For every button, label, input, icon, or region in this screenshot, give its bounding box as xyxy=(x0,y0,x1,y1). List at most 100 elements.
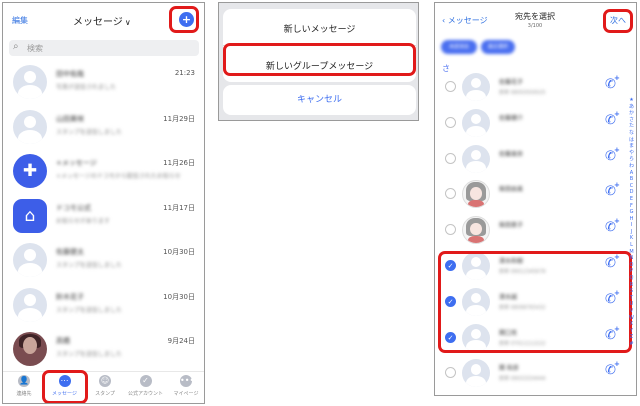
conversation-time: 11月26日 xyxy=(163,159,195,167)
index-letter[interactable]: や xyxy=(627,150,636,157)
filter-chip[interactable]: 未読消去 xyxy=(441,40,477,54)
plus-icon: + xyxy=(614,145,620,154)
conversation-preview: スタンプを送信しました xyxy=(56,306,122,314)
contact-detail: 携帯 09033334444 xyxy=(499,376,546,383)
contact-row[interactable]: ✓ 清水誠 携帯 08098765432 ✆ + xyxy=(435,284,621,320)
index-letter[interactable]: I xyxy=(627,222,636,229)
contact-row[interactable]: 柴田由美 ✆ + xyxy=(435,176,621,212)
contact-row[interactable]: ✓ 清水和樹 携帯 09012345678 ✆ + xyxy=(435,248,621,284)
contact-row[interactable]: 柴田恵子 ✆ + xyxy=(435,212,621,248)
index-letter[interactable]: ら xyxy=(627,156,636,163)
contact-row[interactable]: 佐藤健介 ✆ + xyxy=(435,105,621,141)
contact-row[interactable]: 佐藤美奈 ✆ + xyxy=(435,141,621,177)
index-letter[interactable]: O xyxy=(627,262,636,269)
search-input[interactable]: ⌕ 検索 xyxy=(9,40,199,56)
conversation-preview: スタンプを送信しました xyxy=(56,128,122,136)
index-letter[interactable]: K xyxy=(627,235,636,242)
index-letter[interactable]: T xyxy=(627,295,636,302)
index-letter[interactable]: U xyxy=(627,301,636,308)
index-letter[interactable]: Y xyxy=(627,328,636,335)
conversation-row[interactable]: ⌂ ドコモ公式 お知らせがあります 11月17日 xyxy=(3,195,204,237)
checkbox[interactable] xyxy=(445,224,456,236)
page-title[interactable]: メッセージ ∨ xyxy=(73,13,131,28)
index-letter[interactable]: ま xyxy=(627,143,636,150)
checkbox[interactable]: ✓ xyxy=(445,295,456,307)
index-letter[interactable]: H xyxy=(627,216,636,223)
back-button[interactable]: ‹ メッセージ xyxy=(442,15,488,26)
checkbox[interactable] xyxy=(445,81,456,92)
index-letter[interactable]: な xyxy=(627,130,636,137)
index-letter[interactable]: C xyxy=(627,183,636,190)
index-letter[interactable]: か xyxy=(627,110,636,117)
index-letter[interactable]: B xyxy=(627,176,636,183)
checkbox[interactable]: ✓ xyxy=(445,331,456,343)
index-letter[interactable]: Q xyxy=(627,275,636,282)
tab-sticker[interactable]: ☺ スタンプ xyxy=(85,375,125,397)
checkbox[interactable]: ✓ xyxy=(445,260,456,271)
index-letter[interactable]: A xyxy=(627,170,636,177)
avatar xyxy=(13,332,47,366)
conversation-time: 10月30日 xyxy=(163,248,195,256)
chevron-down-icon: ∨ xyxy=(124,18,131,27)
index-letter[interactable]: F xyxy=(627,203,636,210)
contact-name: 佐藤花子 xyxy=(499,79,524,86)
conversation-row[interactable]: 田中佑哉 写真が送信されました 21:23 xyxy=(3,61,204,103)
message-icon: ⋯ xyxy=(58,375,71,387)
contact-row[interactable]: ✓ 関口亮 携帯 07011112222 ✆ + xyxy=(435,320,621,356)
alphabet-index[interactable]: ★ あかさたなはまやらわ A B C D E F G H I J K L M N O P Q R S T U V W X Y Z # xyxy=(627,97,636,348)
tab-message[interactable]: ⋯ メッセージ xyxy=(45,375,85,397)
index-letter[interactable]: P xyxy=(627,268,636,275)
tab-more[interactable]: ••• マイページ xyxy=(166,375,204,397)
next-button[interactable]: 次へ xyxy=(610,15,626,26)
index-letter[interactable]: R xyxy=(627,282,636,289)
checkbox[interactable] xyxy=(445,152,456,164)
tab-official-account[interactable]: ✓ 公式アカウント xyxy=(126,375,166,397)
index-letter[interactable]: た xyxy=(627,123,636,130)
checkbox[interactable] xyxy=(445,367,456,379)
tab-label: 連絡先 xyxy=(16,391,32,397)
new-message-button[interactable]: + xyxy=(179,12,194,27)
new-message-option[interactable]: 新しいメッセージ xyxy=(223,22,416,35)
index-letter[interactable]: Z xyxy=(627,334,636,341)
index-letter[interactable]: M xyxy=(627,249,636,256)
message-list-screen: 編集 メッセージ ∨ + ⌕ 検索 田中佑哉 写真が送信されました 21:23 山田美咲… xyxy=(2,2,205,404)
cancel-button[interactable]: キャンセル xyxy=(223,85,416,115)
new-group-message-option[interactable]: 新しいグループメッセージ xyxy=(223,59,416,72)
checkbox[interactable] xyxy=(445,116,456,128)
select-recipients-screen: ‹ メッセージ 宛先を選択 3/100 次へ 未読消去 最近選択 さ 佐藤花子携… xyxy=(434,2,637,396)
index-letter[interactable]: は xyxy=(627,137,636,144)
contact-row[interactable]: 佐藤花子 携帯 08050500025 ✆ + xyxy=(435,69,621,105)
index-letter[interactable]: J xyxy=(627,229,636,236)
contact-row[interactable]: 関 和彦 携帯 09033334444 ✆ + xyxy=(435,355,621,391)
index-letter[interactable]: D xyxy=(627,189,636,196)
tab-label: スタンプ xyxy=(95,391,115,397)
conversation-row[interactable]: ✚ +メッセージ +メッセージのドコモから配信されたお知らせ 11月26日 xyxy=(3,150,204,192)
index-letter[interactable]: X xyxy=(627,321,636,328)
index-letter[interactable]: S xyxy=(627,288,636,295)
index-letter[interactable]: N xyxy=(627,255,636,262)
index-letter[interactable]: わ xyxy=(627,163,636,170)
conversation-row[interactable]: 山田美咲 スタンプを送信しました 11月29日 xyxy=(3,106,204,148)
index-letter[interactable]: W xyxy=(627,315,636,322)
tab-label: 公式アカウント xyxy=(127,391,163,397)
index-letter[interactable]: E xyxy=(627,196,636,203)
filter-chip[interactable]: 最近選択 xyxy=(481,40,515,54)
index-letter[interactable]: L xyxy=(627,242,636,249)
index-letter[interactable]: V xyxy=(627,308,636,315)
index-letter[interactable]: ★ xyxy=(627,97,636,104)
conversation-name: ドコモ公式 xyxy=(56,203,91,212)
conversation-row[interactable]: 佐藤健太 スタンプを送信しました 10月30日 xyxy=(3,239,204,281)
contact-detail: 携帯 09012345678 xyxy=(499,269,546,275)
conversation-name: +メッセージ xyxy=(56,159,97,167)
edit-button[interactable]: 編集 xyxy=(12,15,28,26)
back-label: メッセージ xyxy=(447,16,488,25)
tab-contacts[interactable]: 👤 連絡先 xyxy=(4,375,44,397)
checkbox[interactable] xyxy=(445,188,456,200)
index-letter[interactable]: # xyxy=(627,341,636,348)
header: 編集 メッセージ ∨ + xyxy=(3,3,204,37)
conversation-row[interactable]: 鈴木花子 スタンプを送信しました 10月30日 xyxy=(3,284,204,326)
index-letter[interactable]: さ xyxy=(627,117,636,124)
index-letter[interactable]: G xyxy=(627,209,636,216)
conversation-row[interactable]: 高橋 スタンプを送信しました 9月24日 xyxy=(3,328,204,370)
plus-icon: + xyxy=(614,288,620,297)
